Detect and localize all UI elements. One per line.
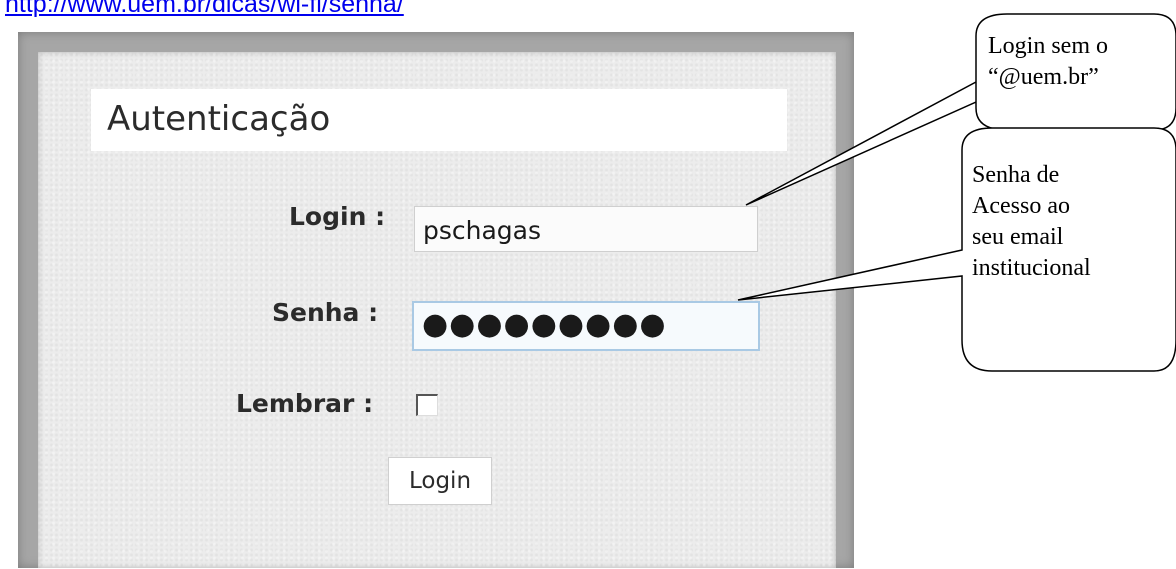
password-input[interactable]: ●●●●●●●●● — [412, 301, 760, 351]
login-callout-line-2: “@uem.br” — [988, 64, 1099, 90]
password-label: Senha : — [272, 298, 379, 327]
remember-checkbox[interactable] — [416, 394, 438, 416]
login-input[interactable]: pschagas — [414, 206, 758, 252]
password-callout-line-2: Acesso ao — [972, 193, 1070, 219]
password-callout-line-4: institucional — [972, 255, 1091, 281]
login-label: Login : — [289, 202, 386, 231]
password-callout-line-1: Senha de — [972, 162, 1060, 188]
login-button[interactable]: Login — [388, 457, 492, 505]
page-title: Autenticação — [107, 99, 331, 139]
password-callout-line-3: seu email — [972, 224, 1064, 250]
login-callout-line-1: Login sem o — [988, 33, 1108, 59]
authentication-panel: Autenticação Login : pschagas Senha : ●●… — [38, 52, 836, 568]
password-callout-text: Senha de Acesso ao seu email institucion… — [972, 160, 1091, 284]
login-callout-text: Login sem o “@uem.br” — [988, 31, 1108, 93]
page-url-link[interactable]: http://www.uem.br/dicas/wi-fi/senha/ — [5, 0, 404, 19]
login-screenshot-frame: Autenticação Login : pschagas Senha : ●●… — [18, 32, 854, 568]
title-bar: Autenticação — [91, 89, 787, 151]
remember-label: Lembrar : — [236, 389, 374, 418]
